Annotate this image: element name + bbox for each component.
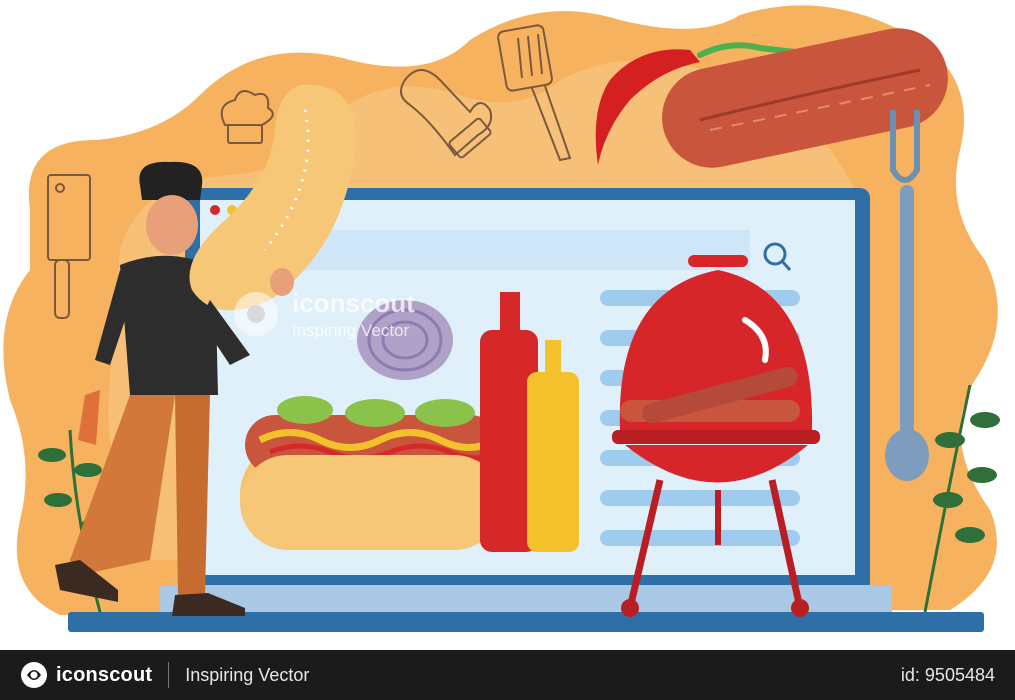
watermark-tagline: Inspiring Vector [292,320,410,340]
iconscout-logo-icon [234,292,278,336]
hot-dog [240,396,502,550]
footer-bar: iconscout Inspiring Vector id: 9505484 [0,650,1015,700]
watermark: iconscout Inspiring Vector [228,286,415,342]
iconscout-logo-icon [21,662,47,688]
footer-brand: iconscout [56,663,153,686]
watermark-brand: iconscout [292,287,415,318]
footer-tagline: Inspiring Vector [185,664,310,685]
illustration [3,5,1000,632]
footer-divider [168,662,170,688]
asset-id: id: 9505484 [900,664,995,685]
footer-logo[interactable]: iconscout [20,661,152,689]
